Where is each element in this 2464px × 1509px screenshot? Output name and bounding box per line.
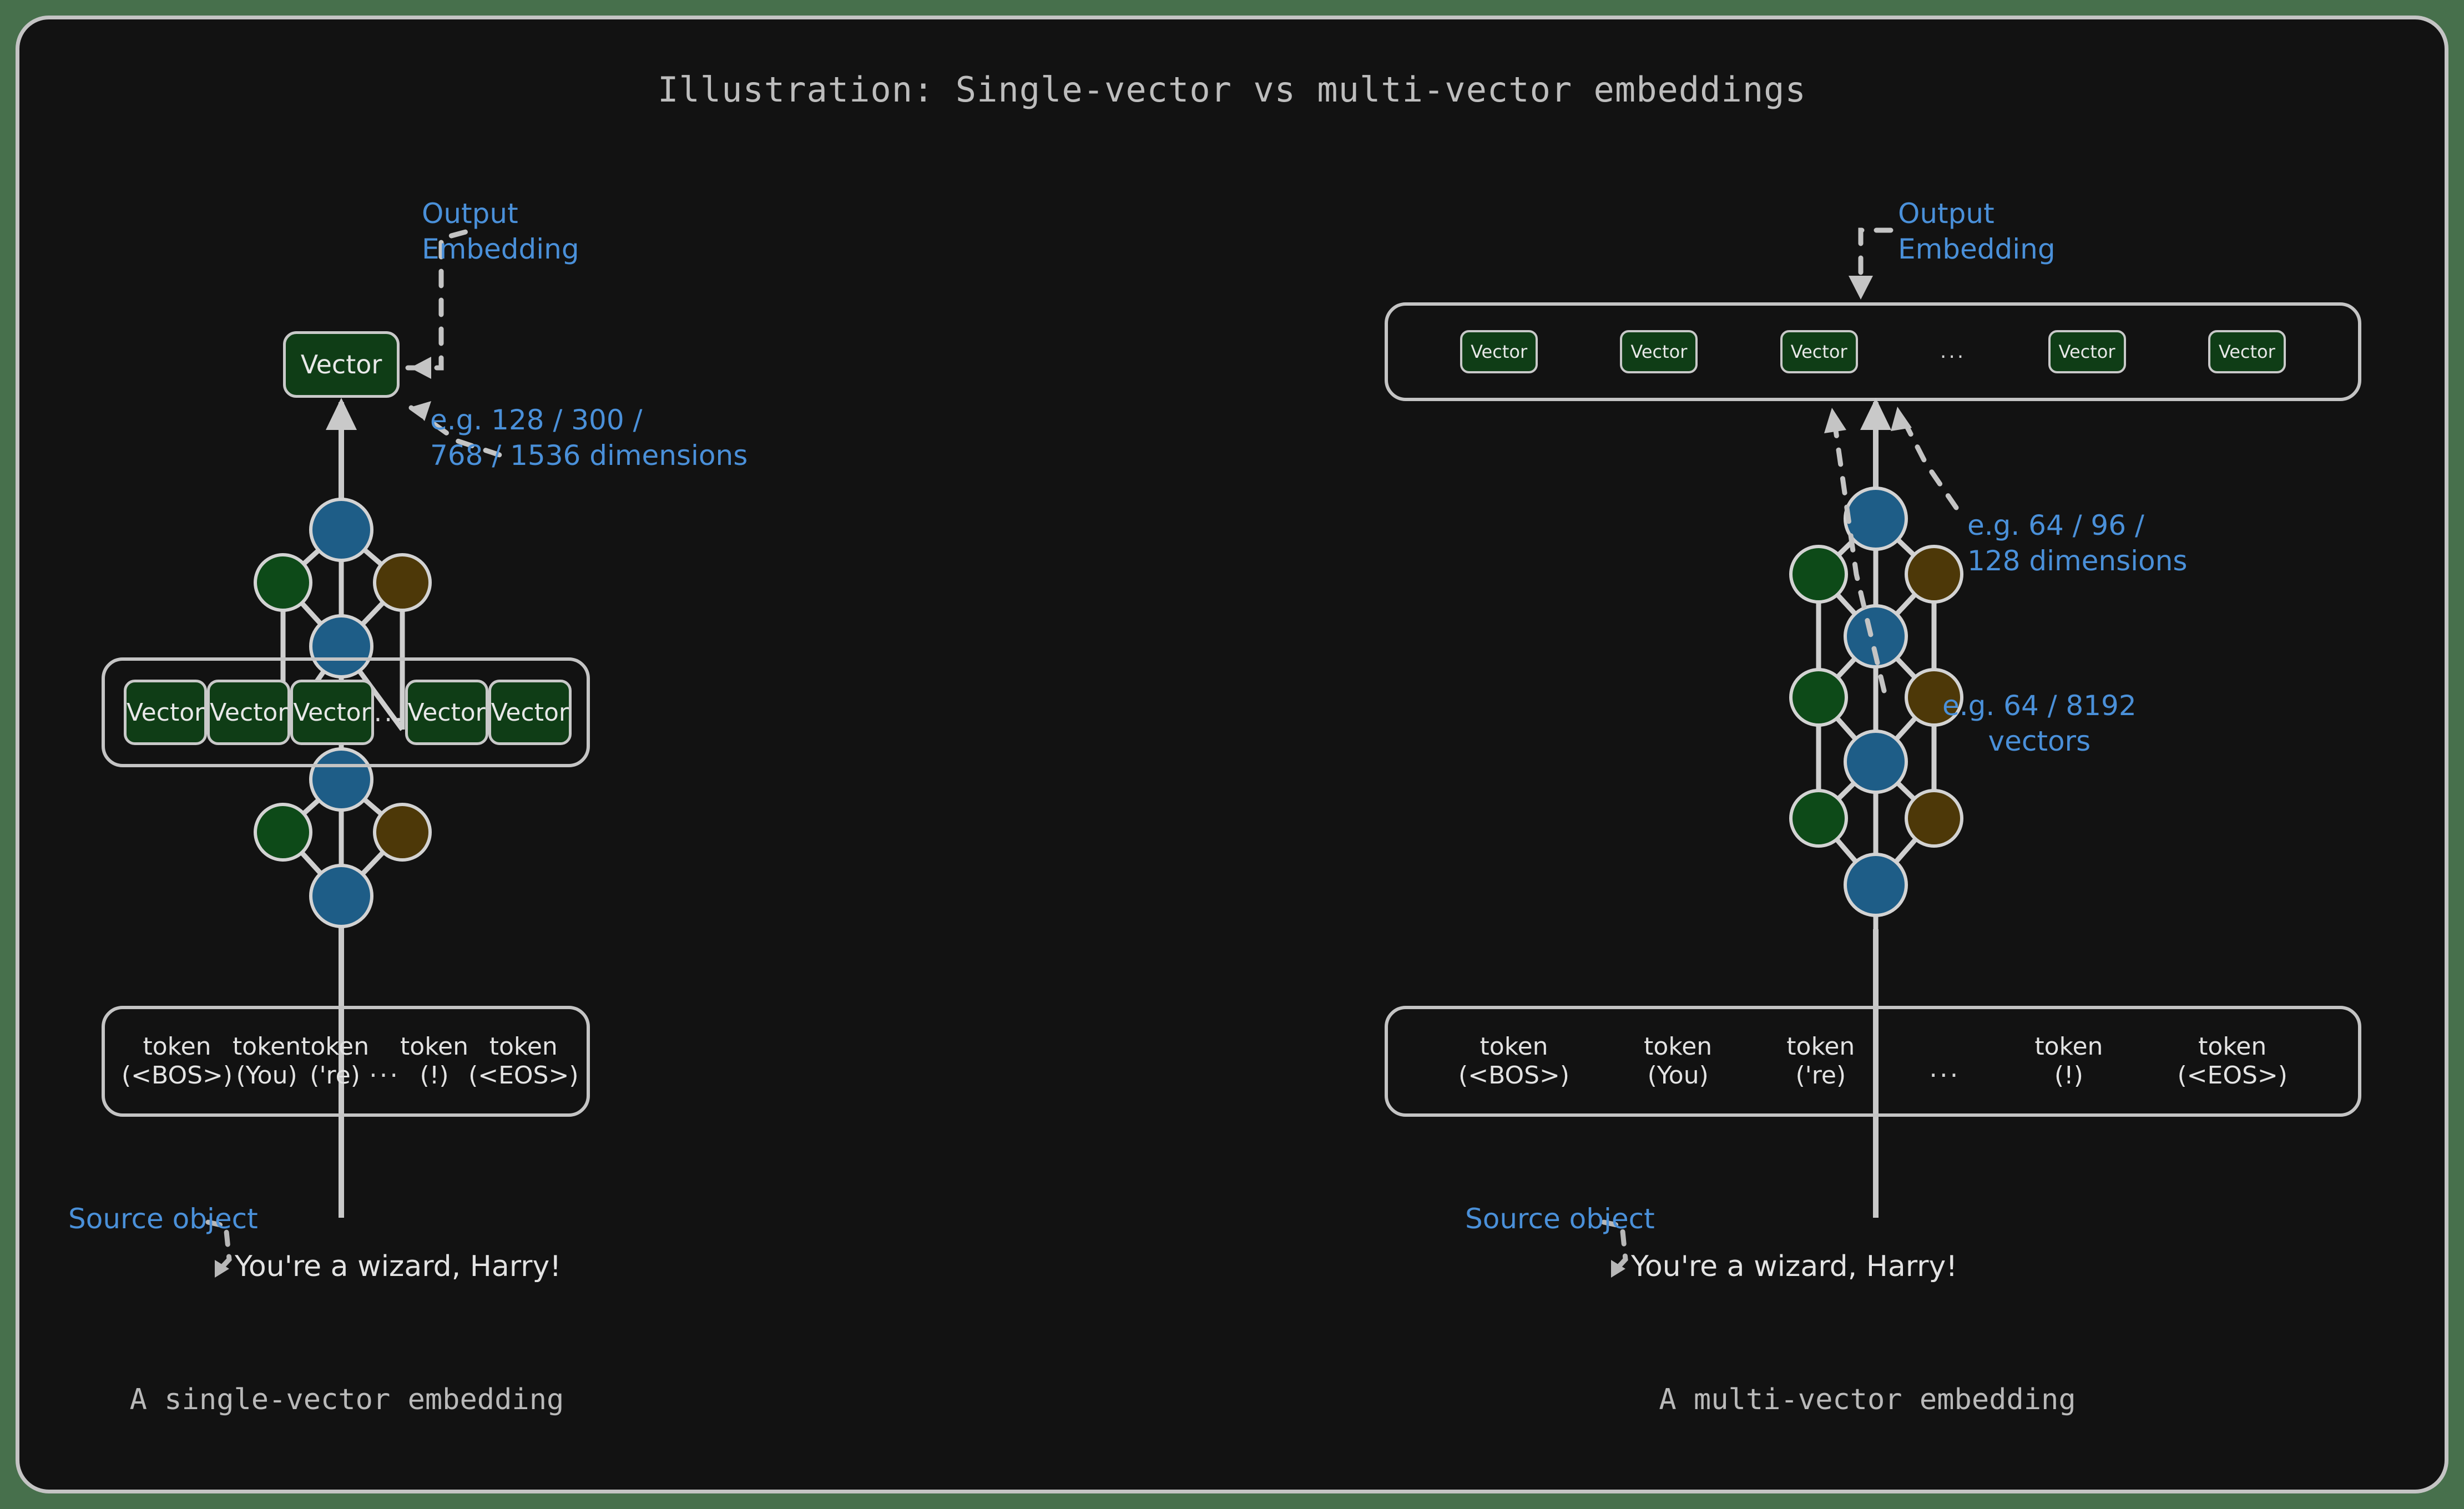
dimensions-annotation: e.g. 128 / 300 / 768 / 1536 dimensions xyxy=(430,404,748,472)
output-vector-label: Vector xyxy=(300,350,382,379)
figure-frame: Illustration: Single-vector vs multi-vec… xyxy=(6,6,2458,1503)
output-embedding-annotation: Output Embedding xyxy=(1898,198,2056,265)
panel-single-vector: Vector Output Embedding e.g. 128 / 300 /… xyxy=(19,19,1240,1490)
panel-multi-vector: Vector Vector Vector ... Vector Vector O… xyxy=(1240,19,2445,1490)
source-leader-line xyxy=(205,1219,232,1278)
figure-canvas: Illustration: Single-vector vs multi-vec… xyxy=(16,16,2448,1493)
source-object-text: You're a wizard, Harry! xyxy=(235,1250,562,1283)
output-embedding-annotation: Output Embedding xyxy=(422,198,579,265)
source-object-label: Source object xyxy=(68,1203,258,1235)
source-object-label: Source object xyxy=(1465,1203,1655,1235)
output-vector-chip: Vector xyxy=(283,331,400,398)
dimensions-annotation: e.g. 64 / 96 / 128 dimensions xyxy=(1967,509,2188,577)
vector-count-annotation: e.g. 64 / 8192 vectors xyxy=(1942,690,2137,757)
source-object-text: You're a wizard, Harry! xyxy=(1631,1250,1958,1283)
